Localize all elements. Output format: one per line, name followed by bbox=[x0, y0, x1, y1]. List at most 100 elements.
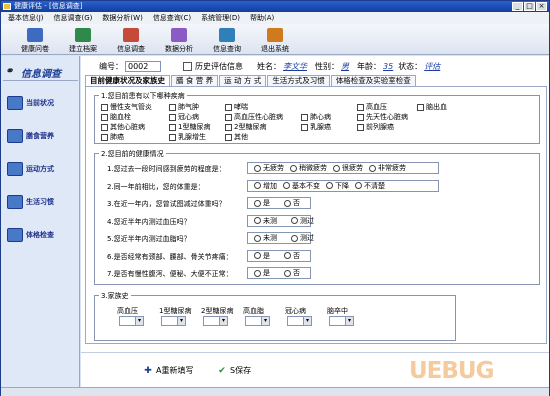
tab-2[interactable]: 运 动 方 式 bbox=[219, 75, 267, 86]
tab-4[interactable]: 体格检查及实验室检查 bbox=[330, 75, 416, 86]
tab-1[interactable]: 膳 食 营 养 bbox=[171, 75, 219, 86]
checkbox-box[interactable] bbox=[169, 113, 176, 121]
radio-option[interactable]: 未测 bbox=[254, 216, 277, 226]
radio-option[interactable]: 是 bbox=[254, 198, 270, 208]
id-field[interactable]: 0002 bbox=[125, 60, 161, 72]
radio-option[interactable]: 无疲劳 bbox=[254, 163, 284, 173]
radio-option[interactable]: 不清楚 bbox=[355, 181, 385, 191]
disease-checkbox[interactable]: 冠心病 bbox=[169, 112, 199, 122]
radio-circle[interactable] bbox=[355, 182, 362, 189]
radio-circle[interactable] bbox=[254, 199, 261, 207]
radio-circle[interactable] bbox=[291, 234, 298, 242]
disease-checkbox[interactable]: 1型糖尿病 bbox=[169, 122, 210, 132]
checkbox-box[interactable] bbox=[225, 113, 232, 121]
checkbox-box[interactable] bbox=[101, 113, 108, 121]
checkbox-box[interactable] bbox=[101, 123, 108, 131]
radio-circle[interactable] bbox=[284, 269, 291, 277]
menu-survey[interactable]: 信息调查(G) bbox=[49, 12, 98, 24]
menu-query[interactable]: 信息查询(C) bbox=[148, 12, 196, 24]
checkbox-box[interactable] bbox=[169, 133, 176, 141]
disease-checkbox[interactable]: 哮喘 bbox=[225, 102, 248, 112]
radio-circle[interactable] bbox=[254, 164, 261, 172]
radio-option[interactable]: 未测 bbox=[254, 233, 277, 243]
toolbar-button-4[interactable]: 信息查询 bbox=[203, 24, 251, 55]
tab-3[interactable]: 生活方式及习惯 bbox=[267, 75, 330, 86]
disease-checkbox[interactable]: 乳腺癌 bbox=[301, 122, 331, 132]
checkbox-box[interactable] bbox=[101, 103, 108, 111]
disease-checkbox[interactable]: 2型糖尿病 bbox=[225, 122, 266, 132]
checkbox-box[interactable] bbox=[225, 123, 232, 131]
radio-circle[interactable] bbox=[290, 164, 297, 172]
radio-circle[interactable] bbox=[326, 182, 333, 189]
radio-option[interactable]: 否 bbox=[284, 268, 300, 278]
sidebar-item-2[interactable]: 运动方式 bbox=[7, 162, 77, 176]
radio-option[interactable]: 增加 bbox=[254, 181, 277, 191]
toolbar-button-0[interactable]: 健康问卷 bbox=[11, 24, 59, 55]
radio-option[interactable]: 是 bbox=[254, 251, 270, 261]
radio-circle[interactable] bbox=[254, 182, 261, 189]
maximize-button[interactable]: □ bbox=[524, 2, 535, 11]
disease-checkbox[interactable]: 肺气肿 bbox=[169, 102, 199, 112]
family-dropdown[interactable]: ▾ bbox=[287, 316, 312, 326]
sidebar-item-4[interactable]: 体格检查 bbox=[7, 228, 77, 242]
radio-option[interactable]: 非常疲劳 bbox=[369, 163, 406, 173]
checkbox-box[interactable] bbox=[357, 123, 364, 131]
radio-option[interactable]: 否 bbox=[284, 198, 300, 208]
radio-circle[interactable] bbox=[284, 252, 291, 259]
menu-analysis[interactable]: 数据分析(W) bbox=[97, 12, 147, 24]
save-button[interactable]: ✔ S保存 bbox=[217, 365, 251, 376]
radio-circle[interactable] bbox=[291, 217, 298, 224]
disease-checkbox[interactable]: 前列腺癌 bbox=[357, 122, 394, 132]
radio-circle[interactable] bbox=[254, 234, 261, 242]
radio-option[interactable]: 否 bbox=[284, 251, 300, 261]
toolbar-button-1[interactable]: 建立档案 bbox=[59, 24, 107, 55]
radio-option[interactable]: 测过 bbox=[291, 233, 314, 243]
toolbar-button-2[interactable]: 信息调查 bbox=[107, 24, 155, 55]
sidebar-item-1[interactable]: 膳食营养 bbox=[7, 129, 77, 143]
radio-option[interactable]: 基本不变 bbox=[283, 181, 320, 191]
disease-checkbox[interactable]: 高血压性心脏病 bbox=[225, 112, 283, 122]
checkbox-box[interactable] bbox=[169, 103, 176, 111]
disease-checkbox[interactable]: 其他 bbox=[225, 132, 248, 142]
sidebar-item-3[interactable]: 生活习惯 bbox=[7, 195, 77, 209]
history-checkbox[interactable] bbox=[183, 61, 192, 71]
family-dropdown[interactable]: ▾ bbox=[203, 316, 228, 326]
menu-help[interactable]: 帮助(A) bbox=[245, 12, 279, 24]
disease-checkbox[interactable]: 慢性支气管炎 bbox=[101, 102, 152, 112]
family-dropdown[interactable]: ▾ bbox=[245, 316, 270, 326]
family-dropdown[interactable]: ▾ bbox=[119, 316, 144, 326]
menu-system[interactable]: 系统管理(D) bbox=[196, 12, 245, 24]
minimize-button[interactable]: _ bbox=[512, 2, 523, 11]
disease-checkbox[interactable]: 脑血栓 bbox=[101, 112, 131, 122]
radio-option[interactable]: 下降 bbox=[326, 181, 349, 191]
checkbox-box[interactable] bbox=[169, 123, 176, 131]
disease-checkbox[interactable]: 肺心病 bbox=[301, 112, 331, 122]
toolbar-button-5[interactable]: 退出系统 bbox=[251, 24, 299, 55]
radio-option[interactable]: 是 bbox=[254, 268, 270, 278]
checkbox-box[interactable] bbox=[225, 133, 232, 141]
checkbox-box[interactable] bbox=[417, 103, 424, 111]
radio-circle[interactable] bbox=[369, 164, 376, 172]
disease-checkbox[interactable]: 其他心脏病 bbox=[101, 122, 145, 132]
radio-circle[interactable] bbox=[254, 217, 261, 224]
radio-circle[interactable] bbox=[284, 199, 291, 207]
radio-circle[interactable] bbox=[254, 269, 261, 277]
radio-option[interactable]: 稍微疲劳 bbox=[290, 163, 327, 173]
checkbox-box[interactable] bbox=[101, 133, 108, 141]
disease-checkbox[interactable]: 高血压 bbox=[357, 102, 387, 112]
disease-checkbox[interactable]: 脑出血 bbox=[417, 102, 447, 112]
disease-checkbox[interactable]: 肺癌 bbox=[101, 132, 124, 142]
radio-circle[interactable] bbox=[283, 182, 290, 189]
radio-option[interactable]: 很疲劳 bbox=[333, 163, 363, 173]
radio-option[interactable]: 测过 bbox=[291, 216, 314, 226]
radio-circle[interactable] bbox=[333, 164, 340, 172]
reset-button[interactable]: ✚ A重新填写 bbox=[143, 365, 193, 376]
disease-checkbox[interactable]: 先天性心脏病 bbox=[357, 112, 408, 122]
disease-checkbox[interactable]: 乳腺增生 bbox=[169, 132, 206, 142]
family-dropdown[interactable]: ▾ bbox=[329, 316, 354, 326]
toolbar-button-3[interactable]: 数据分析 bbox=[155, 24, 203, 55]
checkbox-box[interactable] bbox=[225, 103, 232, 111]
checkbox-box[interactable] bbox=[301, 113, 308, 121]
tab-0[interactable]: 目前健康状况及家族史 bbox=[85, 75, 170, 86]
radio-circle[interactable] bbox=[254, 252, 261, 259]
